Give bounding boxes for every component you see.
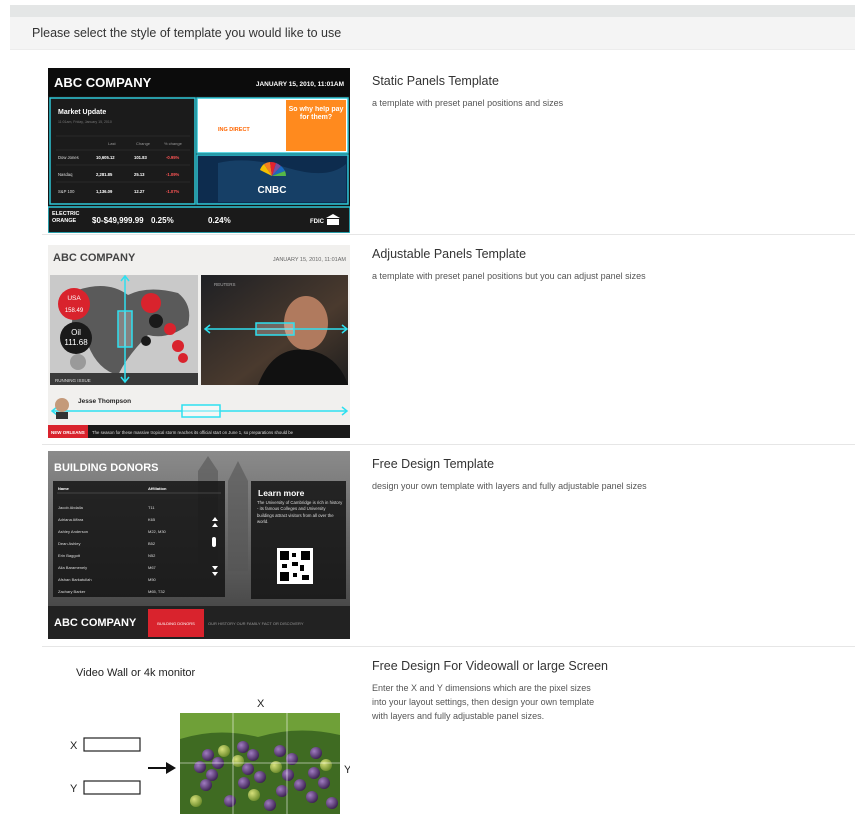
donor-name: Afshan Barkatullah xyxy=(58,577,92,582)
template-option-static-panels[interactable]: ABC COMPANY JANUARY 15, 2010, 11:01AM Ma… xyxy=(42,62,855,235)
static-panels-preview: ABC COMPANY JANUARY 15, 2010, 11:01AM Ma… xyxy=(48,68,350,233)
donor-name: Alia Baramenely xyxy=(58,565,87,570)
template-description: Enter the X and Y dimensions which are t… xyxy=(372,683,595,721)
market-row-name: Nasdaq xyxy=(58,172,73,177)
donor-affiliation: K65 xyxy=(148,517,156,522)
static-datetime: JANUARY 15, 2010, 11:01AM xyxy=(256,81,344,88)
template-description: a template with preset panel positions a… xyxy=(372,98,564,108)
static-company-name: ABC COMPANY xyxy=(54,75,152,90)
static-panels-thumbnail: ABC COMPANY JANUARY 15, 2010, 11:01AM Ma… xyxy=(48,68,350,233)
person-name: Jesse Thompson xyxy=(78,398,131,405)
adjustable-panels-info: Adjustable Panels Template a template wi… xyxy=(372,247,812,283)
donor-affiliation: M67 xyxy=(148,565,157,570)
ticker-amount: $0-$49,999.99 xyxy=(92,216,144,225)
market-col-change: Change xyxy=(136,141,151,146)
videowall-caption: Video Wall or 4k monitor xyxy=(76,667,196,679)
market-row-last: 2,281.85 xyxy=(96,172,113,177)
donor-col-affiliation: Affiliation xyxy=(148,486,167,491)
free-design-thumbnail: BUILDING DONORS Name Affiliation Jacob A… xyxy=(48,451,350,639)
adjustable-ticker-tag: NEW ORLEANS xyxy=(51,430,85,435)
donor-name: Erin Baggott xyxy=(58,553,81,558)
wall-x-label: X xyxy=(257,698,265,710)
donor-name: Adriana Affara xyxy=(58,517,84,522)
ad-slogan: So why help pay for them? xyxy=(288,106,344,121)
market-row-change: 25.13 xyxy=(134,172,145,177)
map-caption: RUNNING ISSUE xyxy=(55,378,91,383)
static-panels-info: Static Panels Template a template with p… xyxy=(372,74,812,110)
free-company-name: ABC COMPANY xyxy=(54,617,137,629)
donor-name: Dean Ashley xyxy=(58,541,80,546)
news-logo: CNBC xyxy=(258,185,287,196)
template-title[interactable]: Free Design For Videowall or large Scree… xyxy=(372,659,812,673)
footer-tabs-inactive: OUR HISTORY OUR FAMILY FACT OR DISCOVERY xyxy=(208,621,304,626)
x-dimension-box xyxy=(83,737,141,752)
oil-label: Oil xyxy=(71,328,81,337)
template-title[interactable]: Adjustable Panels Template xyxy=(372,247,812,261)
adjustable-panels-thumbnail: ABC COMPANY JANUARY 15, 2010, 11:01AM RU… xyxy=(48,245,350,438)
free-heading: BUILDING DONORS xyxy=(54,462,159,474)
page-prompt: Please select the style of template you … xyxy=(32,26,342,40)
free-design-preview: BUILDING DONORS Name Affiliation Jacob A… xyxy=(48,451,350,639)
template-option-free-design[interactable]: BUILDING DONORS Name Affiliation Jacob A… xyxy=(42,445,855,647)
qr-code-icon xyxy=(277,548,313,584)
donor-name: Ashley Anderson xyxy=(58,529,88,534)
market-col-pct: % change xyxy=(164,141,183,146)
oil-value: 111.68 xyxy=(64,338,88,347)
adjustable-ticker-text: The season for these massive tropical st… xyxy=(92,430,294,435)
donor-affiliation: B52 xyxy=(148,541,156,546)
donor-name: Jacob Abdalla xyxy=(58,505,84,510)
y-input-label: Y xyxy=(70,783,78,795)
footer-tab-active: BUILDING DONORS xyxy=(157,621,195,626)
ticker-fdic: FDIC xyxy=(310,219,325,225)
template-title[interactable]: Static Panels Template xyxy=(372,74,812,88)
grape-wall-image xyxy=(180,713,340,814)
ticker-rate-2: 0.24% xyxy=(208,216,231,225)
usa-label: USA xyxy=(67,295,81,302)
donor-col-name: Name xyxy=(58,486,70,491)
videowall-info: Free Design For Videowall or large Scree… xyxy=(372,659,812,723)
market-row-change: 101.83 xyxy=(134,155,147,160)
wall-y-label: Y xyxy=(344,764,350,776)
market-row-last: 10,605.12 xyxy=(96,155,115,160)
donor-affiliation: M65, T32 xyxy=(148,589,166,594)
learn-more-title: Learn more xyxy=(258,488,305,498)
adjustable-datetime: JANUARY 15, 2010, 11:01AM xyxy=(273,257,346,263)
header-bar: Please select the style of template you … xyxy=(10,17,855,50)
market-row-pct: -1.07% xyxy=(166,189,180,194)
template-option-videowall[interactable]: Video Wall or 4k monitor X Y X Y Free De… xyxy=(42,647,855,814)
market-update-subtitle: 11:01am, Friday, January 15, 2010 xyxy=(58,120,112,124)
market-update-title: Market Update xyxy=(58,109,106,116)
template-option-adjustable-panels[interactable]: ABC COMPANY JANUARY 15, 2010, 11:01AM RU… xyxy=(42,235,855,445)
template-title[interactable]: Free Design Template xyxy=(372,457,812,471)
learn-more-text: The University of Cambridge is rich in h… xyxy=(257,500,343,525)
template-description: a template with preset panel positions b… xyxy=(372,271,646,281)
y-dimension-box xyxy=(83,780,141,795)
videowall-preview: Video Wall or 4k monitor X Y X Y xyxy=(70,667,350,814)
photo-source: REUTERS xyxy=(214,282,236,287)
donor-name: Zachary Barker xyxy=(58,589,86,594)
top-bar xyxy=(10,5,855,17)
ticker-rate-1: 0.25% xyxy=(151,216,174,225)
market-row-last: 1,136.09 xyxy=(96,189,113,194)
market-row-name: S&P 100 xyxy=(58,189,75,194)
market-row-name: Dow Jones xyxy=(58,155,79,160)
market-row-pct: -1.09% xyxy=(166,172,180,177)
market-col-last: Last xyxy=(108,141,116,146)
donor-affiliation: N52 xyxy=(148,553,156,558)
adjustable-panels-preview: ABC COMPANY JANUARY 15, 2010, 11:01AM RU… xyxy=(48,245,350,438)
videowall-thumbnail: Video Wall or 4k monitor X Y X Y xyxy=(48,655,350,814)
market-row-pct: -0.95% xyxy=(166,155,180,160)
usa-value: 158.49 xyxy=(65,308,84,314)
free-design-info: Free Design Template design your own tem… xyxy=(372,457,812,493)
ticker-brand: ELECTRIC ORANGE xyxy=(52,211,80,224)
template-description: design your own template with layers and… xyxy=(372,481,647,491)
market-row-change: 12.27 xyxy=(134,189,145,194)
adjustable-company-name: ABC COMPANY xyxy=(53,252,136,264)
arrow-right-icon xyxy=(148,762,176,774)
donor-affiliation: T11 xyxy=(148,505,155,510)
x-input-label: X xyxy=(70,740,78,752)
ad-brand: ING DIRECT xyxy=(218,127,250,133)
donor-affiliation: M22, M30 xyxy=(148,529,167,534)
donor-affiliation: M50 xyxy=(148,577,157,582)
